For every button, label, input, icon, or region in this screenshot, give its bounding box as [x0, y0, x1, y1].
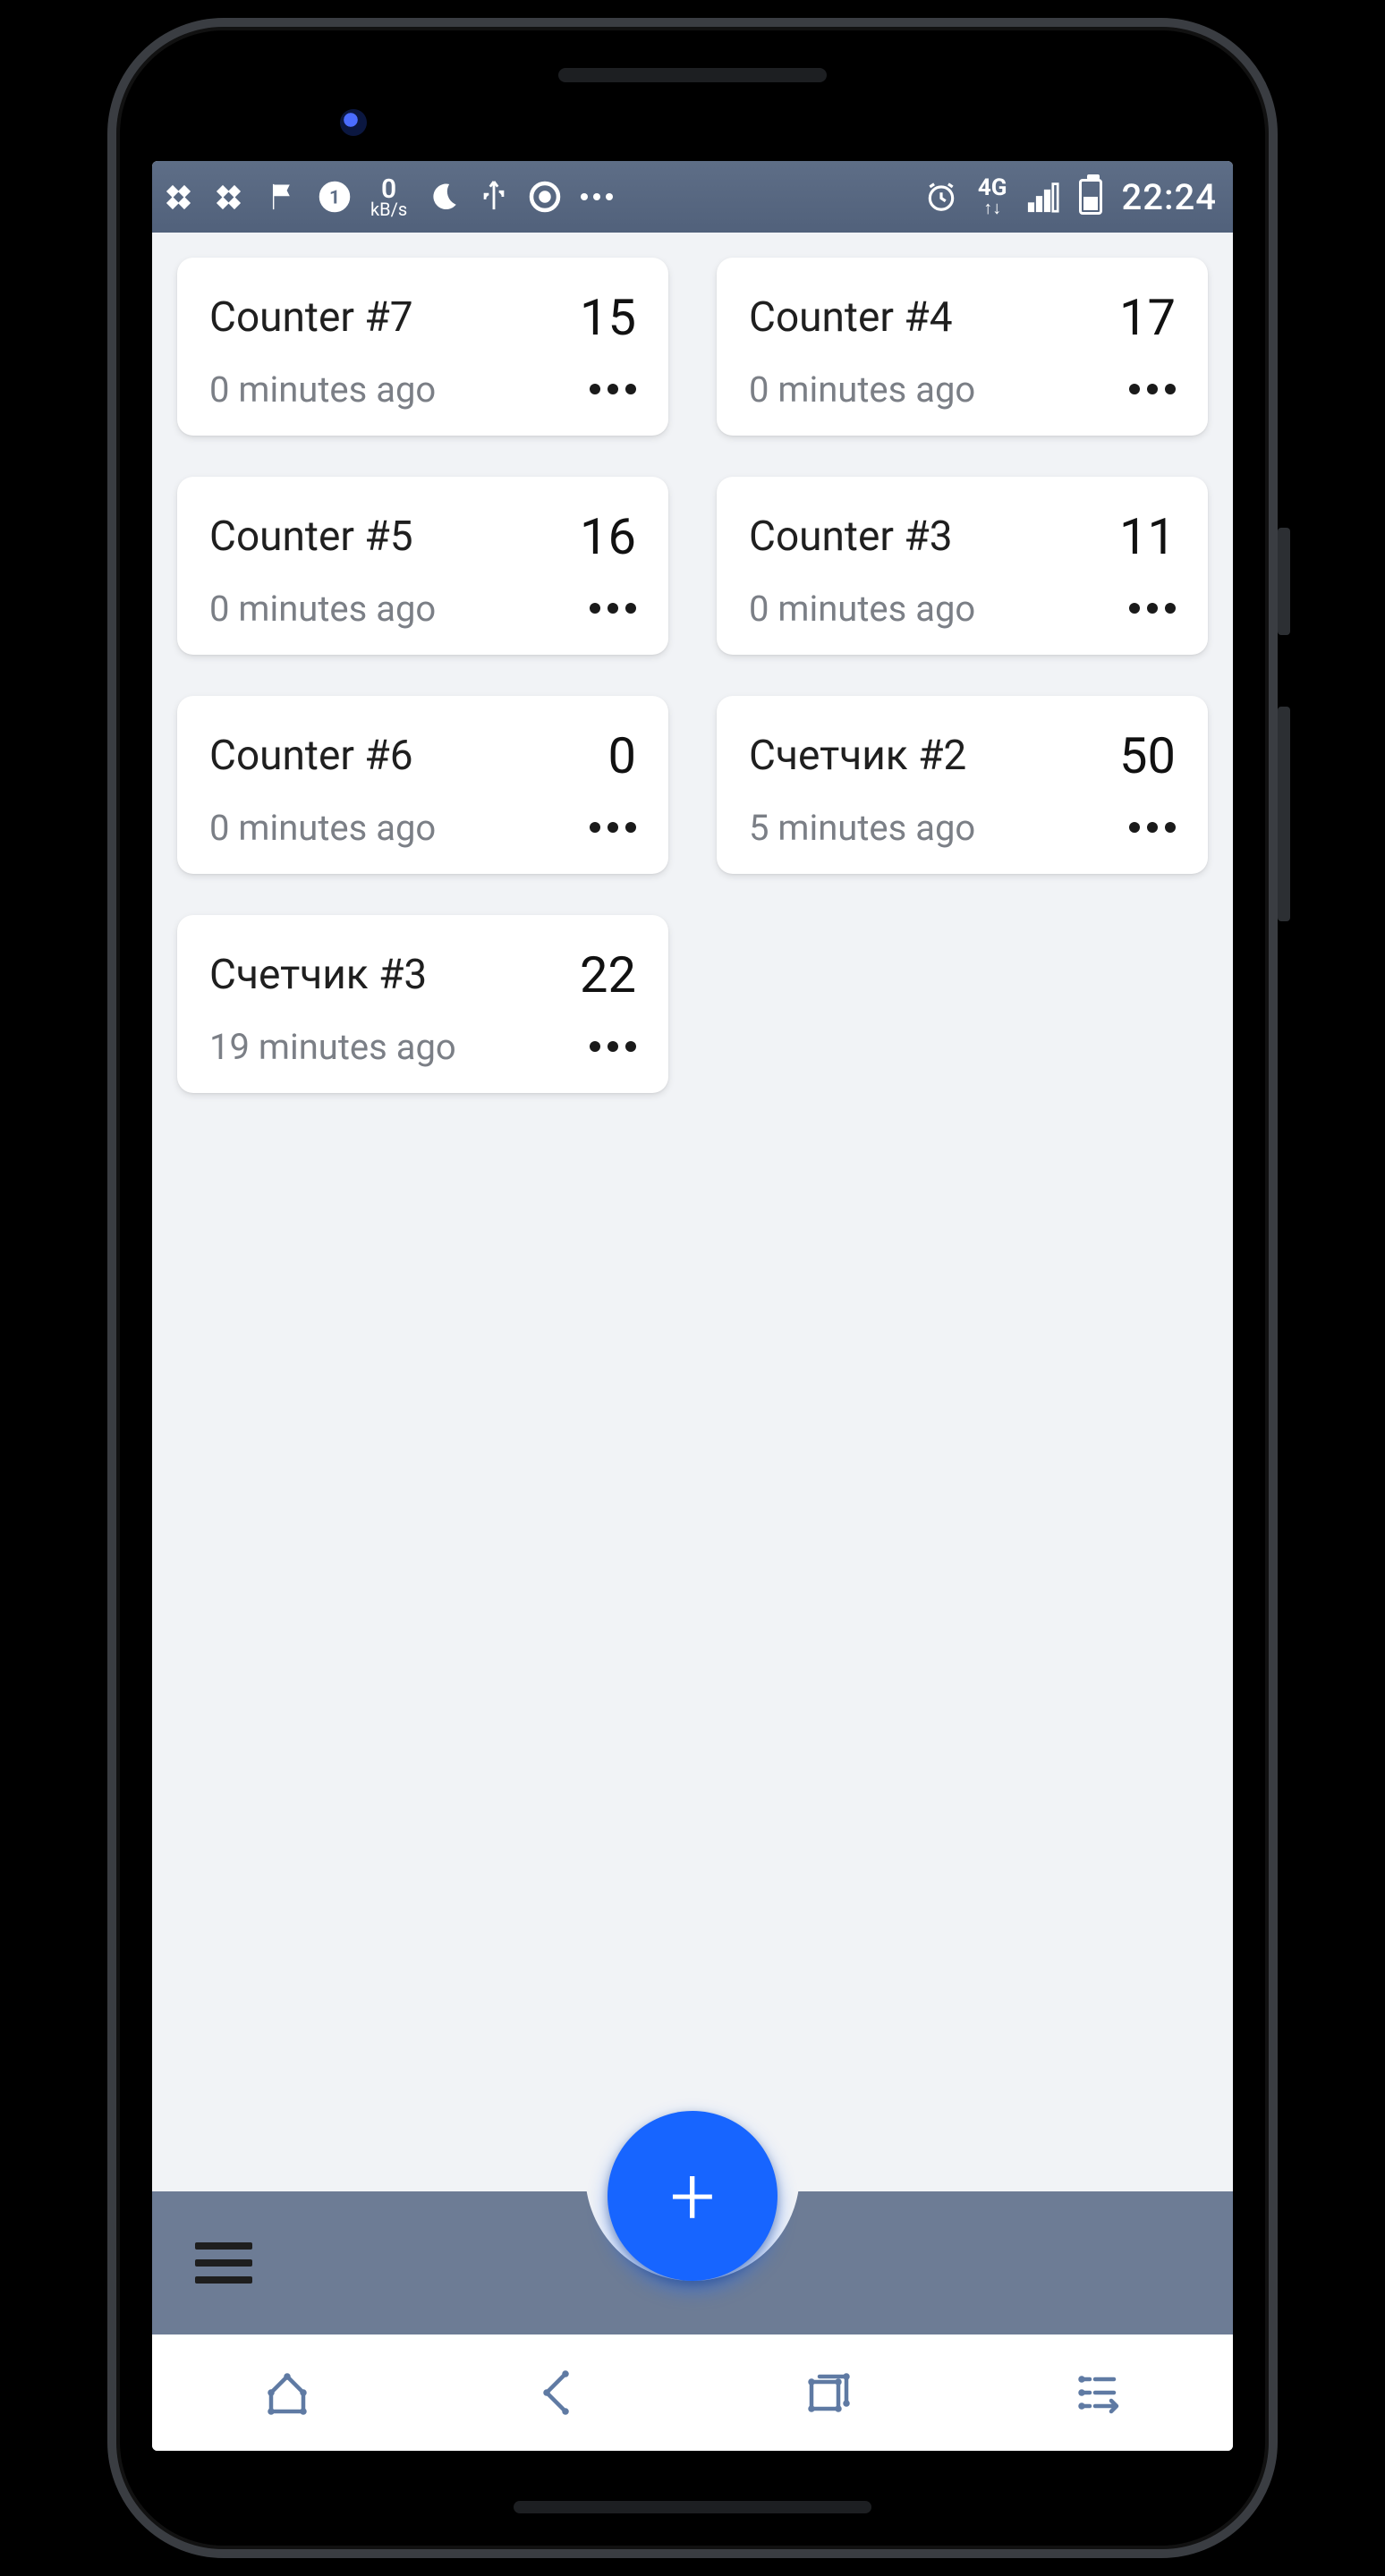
system-nav-bar: [152, 2334, 1233, 2451]
nav-home-icon[interactable]: [260, 2366, 314, 2419]
counter-subtitle: 0 minutes ago: [209, 369, 580, 411]
counter-title: Counter #5: [209, 513, 580, 561]
counter-more-button[interactable]: [1119, 381, 1176, 398]
sync-icon: [168, 187, 199, 208]
counter-subtitle: 0 minutes ago: [209, 807, 582, 849]
counter-grid: Counter #7150 minutes agoCounter #4170 m…: [152, 233, 1233, 2191]
add-counter-fab[interactable]: +: [608, 2111, 777, 2281]
status-bar: 1 0 kB/s 4G ↑↓ 1: [152, 161, 1233, 233]
battery-icon: [1079, 179, 1102, 215]
counter-card[interactable]: Counter #5160 minutes ago: [177, 477, 668, 655]
counter-card[interactable]: Counter #600 minutes ago: [177, 696, 668, 874]
phone-camera: [340, 109, 367, 136]
sync-icon: [218, 187, 249, 208]
counter-title: Counter #7: [209, 293, 580, 342]
counter-card[interactable]: Счетчик #32219 minutes ago: [177, 915, 668, 1093]
counter-more-button[interactable]: [580, 1038, 636, 1055]
counter-more-button[interactable]: [1119, 600, 1176, 617]
counter-subtitle: 19 minutes ago: [209, 1026, 580, 1068]
screen: 1 0 kB/s 4G ↑↓ 1: [152, 161, 1233, 2451]
counter-value: 11: [1119, 507, 1176, 566]
counter-value: 22: [580, 945, 636, 1004]
net-speed-unit: kB/s: [370, 201, 407, 217]
counter-value: 50: [1119, 726, 1176, 785]
circle-one-icon: 1: [319, 181, 351, 213]
nav-extra-icon[interactable]: [1071, 2366, 1125, 2419]
counter-value: 0: [582, 726, 636, 785]
counter-more-button[interactable]: [582, 819, 636, 836]
more-dots-icon: [581, 193, 613, 200]
svg-text:1: 1: [329, 188, 340, 209]
usb-icon: [479, 179, 509, 215]
plus-icon: +: [670, 2149, 716, 2243]
network-type-icon: 4G ↑↓: [978, 178, 1007, 215]
net-speed-indicator: 0 kB/s: [370, 177, 407, 217]
signal-icon: 1: [1027, 181, 1059, 213]
counter-title: Counter #3: [749, 513, 1119, 561]
counter-value: 17: [1119, 288, 1176, 347]
counter-more-button[interactable]: [580, 600, 636, 617]
counter-card[interactable]: Counter #4170 minutes ago: [717, 258, 1208, 436]
counter-subtitle: 0 minutes ago: [749, 588, 1119, 630]
phone-speaker: [558, 68, 827, 82]
counter-more-button[interactable]: [580, 381, 636, 398]
counter-title: Счетчик #2: [749, 732, 1119, 780]
flag-icon: [268, 182, 299, 212]
counter-title: Counter #6: [209, 732, 582, 780]
target-icon: [529, 181, 561, 213]
moon-icon: [427, 181, 459, 213]
counter-title: Счетчик #3: [209, 951, 580, 999]
counter-subtitle: 5 minutes ago: [749, 807, 1119, 849]
counter-value: 15: [580, 288, 636, 347]
volume-button: [1278, 707, 1290, 921]
counter-card[interactable]: Counter #7150 minutes ago: [177, 258, 668, 436]
counter-title: Counter #4: [749, 293, 1119, 342]
phone-frame: 1 0 kB/s 4G ↑↓ 1: [107, 18, 1278, 2558]
status-clock: 22:24: [1122, 176, 1217, 218]
nav-recents-icon[interactable]: [801, 2366, 854, 2419]
phone-chin: [514, 2501, 871, 2513]
menu-button[interactable]: [195, 2242, 252, 2284]
counter-card[interactable]: Счетчик #2505 minutes ago: [717, 696, 1208, 874]
svg-text:1: 1: [1052, 181, 1058, 184]
counter-subtitle: 0 minutes ago: [209, 588, 580, 630]
power-button: [1278, 528, 1290, 635]
counter-subtitle: 0 minutes ago: [749, 369, 1119, 411]
nav-back-icon[interactable]: [531, 2366, 584, 2419]
net-speed-value: 0: [381, 177, 396, 201]
counter-value: 16: [580, 507, 636, 566]
bottom-app-bar: +: [152, 2191, 1233, 2334]
alarm-icon: [924, 180, 958, 214]
counter-card[interactable]: Counter #3110 minutes ago: [717, 477, 1208, 655]
counter-more-button[interactable]: [1119, 819, 1176, 836]
